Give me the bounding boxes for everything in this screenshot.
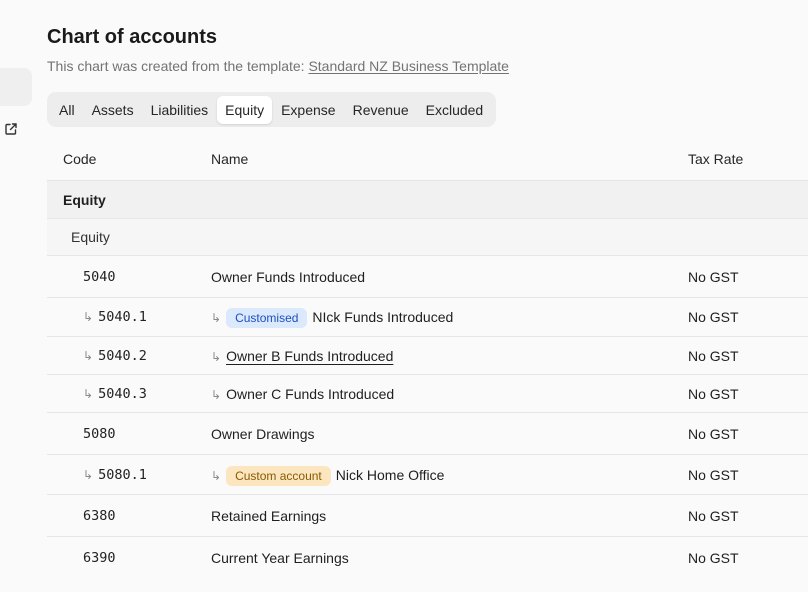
child-arrow-icon: ↳ — [83, 348, 94, 363]
account-row[interactable]: ↳ 5040.2 ↳ Owner B Funds Introduced No GST — [47, 337, 808, 375]
account-name: Retained Earnings — [211, 508, 688, 524]
account-code-text: 5080 — [83, 425, 116, 442]
account-name: Owner Funds Introduced — [211, 269, 688, 285]
account-row[interactable]: 5040 Owner Funds Introduced No GST — [47, 256, 808, 298]
child-arrow-icon: ↳ — [211, 468, 222, 483]
account-code-text: 5040.2 — [98, 347, 147, 364]
account-tax-rate: No GST — [688, 309, 739, 325]
tab-bar: All Assets Liabilities Equity Expense Re… — [47, 92, 497, 127]
template-link[interactable]: Standard NZ Business Template — [308, 58, 509, 74]
accounts-table: Code Name Tax Rate Equity Equity 5040 Own… — [47, 138, 808, 578]
child-arrow-icon: ↳ — [211, 387, 222, 402]
account-name: ↳ Customised NIck Funds Introduced — [211, 308, 688, 328]
account-code: ↳ 5040.3 — [47, 386, 211, 402]
account-tax-rate: No GST — [688, 466, 739, 483]
account-name-text: Owner C Funds Introduced — [226, 385, 395, 402]
subgroup-header: Equity — [47, 219, 808, 256]
account-tax-rate: No GST — [688, 347, 739, 364]
account-code-text: 5040.3 — [98, 385, 147, 402]
customised-badge: Customised — [226, 308, 308, 328]
subtitle-text: This chart was created from the template… — [47, 58, 309, 74]
tab-assets[interactable]: Assets — [84, 96, 142, 124]
account-name-text: Nick Home Office — [335, 466, 445, 483]
account-name: Current Year Earnings — [211, 550, 688, 566]
table-header: Code Name Tax Rate — [47, 138, 808, 181]
account-tax-rate: No GST — [688, 549, 739, 566]
account-code: 5080 — [47, 426, 211, 442]
account-tax-rate: No GST — [688, 385, 739, 402]
tab-excluded[interactable]: Excluded — [418, 96, 492, 124]
account-row[interactable]: 6380 Retained Earnings No GST — [47, 495, 808, 537]
account-code: 5040 — [47, 269, 211, 285]
tab-all[interactable]: All — [51, 96, 83, 124]
account-name-text: Owner Drawings — [211, 425, 315, 442]
tab-equity[interactable]: Equity — [217, 95, 273, 124]
account-name-text[interactable]: Owner B Funds Introduced — [226, 348, 393, 364]
group-label: Equity — [63, 191, 106, 208]
account-row[interactable]: 6390 Current Year Earnings No GST — [47, 537, 808, 578]
page-subtitle: This chart was created from the template… — [47, 58, 509, 74]
subgroup-label: Equity — [71, 229, 110, 245]
account-name: ↳ Custom account Nick Home Office — [211, 465, 688, 486]
child-arrow-icon: ↳ — [211, 349, 222, 364]
account-name-text: Owner Funds Introduced — [211, 268, 366, 285]
account-code-text: 6390 — [83, 549, 116, 566]
account-name-text: NIck Funds Introduced — [312, 309, 454, 325]
account-code: 6380 — [47, 508, 211, 524]
tab-liabilities[interactable]: Liabilities — [143, 96, 217, 124]
tab-revenue[interactable]: Revenue — [345, 96, 417, 124]
account-code: 6390 — [47, 550, 211, 566]
child-arrow-icon: ↳ — [83, 386, 94, 401]
column-header-code[interactable]: Code — [47, 151, 211, 167]
column-header-tax-rate[interactable]: Tax Rate — [688, 151, 808, 167]
account-rows: 5040 Owner Funds Introduced No GST ↳ 5040.1 ↳… — [47, 256, 808, 578]
account-code-text: 5080.1 — [98, 466, 147, 483]
account-row[interactable]: ↳ 5080.1 ↳ Custom account Nick Home Office No… — [47, 455, 808, 495]
child-arrow-icon: ↳ — [83, 310, 94, 324]
tab-expense[interactable]: Expense — [273, 96, 343, 124]
child-arrow-icon: ↳ — [83, 467, 94, 482]
account-name: ↳ Owner C Funds Introduced — [211, 386, 688, 402]
column-header-name[interactable]: Name — [211, 151, 688, 167]
account-row[interactable]: ↳ 5040.3 ↳ Owner C Funds Introduced No GST — [47, 375, 808, 413]
account-code-text: 5040 — [83, 268, 116, 285]
account-code: ↳ 5040.2 — [47, 348, 211, 364]
account-code-text: 6380 — [83, 507, 116, 524]
account-code: ↳ 5080.1 — [47, 467, 211, 483]
account-name-text: Retained Earnings — [211, 507, 327, 524]
account-code: ↳ 5040.1 — [47, 309, 211, 325]
account-row[interactable]: 5080 Owner Drawings No GST — [47, 413, 808, 455]
account-row[interactable]: ↳ 5040.1 ↳ Customised NIck Funds Introduced N… — [47, 298, 808, 337]
group-header: Equity — [47, 181, 808, 219]
account-tax-rate: No GST — [688, 425, 739, 442]
account-name: Owner Drawings — [211, 426, 688, 442]
account-tax-rate: No GST — [688, 507, 739, 524]
account-tax-rate: No GST — [688, 268, 739, 285]
child-arrow-icon: ↳ — [211, 311, 222, 325]
account-code-text: 5040.1 — [98, 309, 147, 325]
page-title: Chart of accounts — [47, 26, 218, 48]
sidebar-nav-item[interactable] — [0, 68, 32, 106]
account-name: ↳ Owner B Funds Introduced — [211, 348, 688, 364]
external-link-icon[interactable] — [4, 122, 18, 136]
account-name-text: Current Year Earnings — [211, 549, 349, 566]
custom-account-badge: Custom account — [226, 465, 331, 486]
